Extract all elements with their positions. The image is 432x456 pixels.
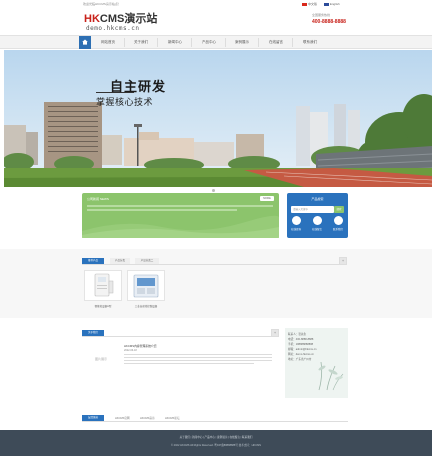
quick-consult[interactable]: 在线咨询: [289, 216, 303, 231]
contact-line: 联系人：张先生: [288, 333, 307, 336]
contact-line: 网址：demo.hkcms.cn: [288, 353, 314, 356]
nav-home-button[interactable]: [79, 36, 91, 49]
nav-item-about[interactable]: 关于我们: [134, 40, 148, 45]
product-image: [84, 270, 122, 301]
hotline-number: 400-8888-8888: [312, 19, 346, 25]
panel-title: 产品搜索: [311, 197, 324, 201]
about-content: 图片展示 HKCMS内容管理系统介绍 2022-06-18: [82, 330, 279, 398]
logo-mark: HK: [84, 13, 100, 25]
friend-link[interactable]: HKCMS论坛: [165, 416, 180, 420]
slider-dot[interactable]: [206, 189, 209, 192]
about-text-line: [124, 357, 272, 359]
contact-line: 电话：400-8888-8888: [288, 338, 314, 341]
campus-photo: [4, 50, 432, 187]
hotline-label: 全国服务热线: [312, 13, 331, 17]
footer-copyright: © 2022 HKCMS All Rights Reserved. 粤ICP备8…: [171, 444, 261, 447]
contact-line: 地址：广东省广州市: [288, 358, 312, 361]
nav-divider: [258, 38, 259, 47]
news-panel: 公司新闻 NEWS MORE: [82, 193, 279, 238]
nav-divider: [225, 38, 226, 47]
quick-label: 在线咨询: [290, 228, 301, 231]
nav-divider: [124, 38, 125, 47]
friend-link[interactable]: HKCMS官网: [115, 416, 130, 420]
slider-dot[interactable]: [212, 189, 215, 192]
lang-cn-link[interactable]: 中文版: [302, 2, 317, 6]
about-image: 图片展示: [94, 357, 107, 361]
search-input[interactable]: 请输入关键字: [291, 206, 334, 213]
about-item-date: 2022-06-18: [124, 349, 137, 352]
hero-banner[interactable]: 自主研发 掌握核心技术: [4, 50, 432, 187]
nav-divider: [157, 38, 158, 47]
quick-label: 在线留言: [311, 228, 322, 231]
quick-label: 联系我们: [332, 228, 343, 231]
machine-illustration: [133, 274, 159, 298]
lang-en-link[interactable]: English: [323, 2, 340, 6]
nav-divider: [292, 38, 293, 47]
quick-message[interactable]: 在线留言: [310, 216, 324, 231]
nav-divider: [191, 38, 192, 47]
nav-item-home[interactable]: 网站首页: [101, 40, 115, 45]
uk-flag-icon: [323, 2, 329, 6]
ink-plant-illustration: [318, 361, 344, 391]
nav-item-news[interactable]: 新闻中心: [168, 40, 182, 45]
tagline: 欢迎光临HKCMS演示站点！: [83, 2, 121, 6]
china-flag-icon: [302, 2, 307, 6]
message-icon: [312, 216, 322, 225]
friend-link[interactable]: HKCMS演示: [140, 416, 155, 420]
products-section: [0, 249, 432, 318]
page: 欢迎光临HKCMS演示站点！ HKCMS演示站 demo.hkcms.cn 中文…: [0, 0, 432, 456]
wechat-icon: [333, 216, 343, 225]
about-text-line: [124, 360, 272, 362]
product-search-panel: 产品搜索 请输入关键字 搜索 在线咨询 在线留言 联系我们: [287, 193, 348, 238]
nav-item-cases[interactable]: 案例展示: [235, 40, 249, 45]
site-logo[interactable]: HKCMS演示站 demo.hkcms.cn: [84, 13, 157, 33]
product-card[interactable]: 工业自动化控制设备: [127, 270, 165, 314]
nav-item-products[interactable]: 产品中心: [202, 40, 216, 45]
footer-nav[interactable]: 关于我们 | 新闻中心 | 产品中心 | 案例展示 | 在线留言 | 联系我们: [0, 435, 432, 439]
product-caption: 工业自动化控制设备: [134, 305, 158, 308]
product-caption: 智能化设备A型: [94, 305, 112, 308]
wave-decoration: [82, 215, 279, 238]
language-switch: 中文版 English: [302, 2, 346, 6]
banner-divider: [96, 92, 134, 93]
main-nav: 网站首页 关于我们 新闻中心 产品中心 案例展示 在线留言 联系我们: [0, 35, 432, 49]
friend-links: 友情链接 HKCMS官网 HKCMS演示 HKCMS论坛: [0, 410, 432, 430]
logo-text: HKCMS演示站: [84, 13, 157, 25]
about-text-line: [124, 354, 272, 356]
contact-panel: 联系人：张先生 电话：400-8888-8888 手机：188888888888…: [285, 328, 348, 398]
logo-rest: CMS演示站: [99, 13, 158, 25]
lang-cn-label: 中文版: [308, 2, 318, 6]
about-text-line: [124, 363, 254, 365]
nav-item-message[interactable]: 在线留言: [269, 40, 283, 45]
home-icon: [82, 39, 88, 45]
nav-item-contact[interactable]: 联系我们: [303, 40, 317, 45]
footer: 关于我们 | 新闻中心 | 产品中心 | 案例展示 | 在线留言 | 联系我们 …: [0, 430, 432, 456]
products-more-button[interactable]: +: [339, 257, 347, 265]
section-rule: [82, 264, 346, 265]
banner-subtitle: 掌握核心技术: [96, 97, 154, 107]
header: 欢迎光临HKCMS演示站点！ HKCMS演示站 demo.hkcms.cn 中文…: [0, 0, 432, 34]
logo-domain: demo.hkcms.cn: [86, 25, 140, 32]
contact-line: 手机：188888888888: [288, 343, 314, 346]
about-item-title[interactable]: HKCMS内容管理系统介绍: [124, 344, 156, 348]
quick-contact[interactable]: 联系我们: [331, 216, 345, 231]
machine-illustration: [94, 273, 114, 297]
search-button[interactable]: 搜索: [334, 206, 344, 213]
product-image: [127, 270, 165, 301]
product-card[interactable]: 智能化设备A型: [84, 270, 122, 314]
section-rule: [82, 421, 348, 422]
chat-icon: [291, 216, 301, 225]
contact-line: 邮箱：admin@hkcms.cn: [288, 348, 317, 351]
lang-en-label: English: [329, 2, 340, 6]
